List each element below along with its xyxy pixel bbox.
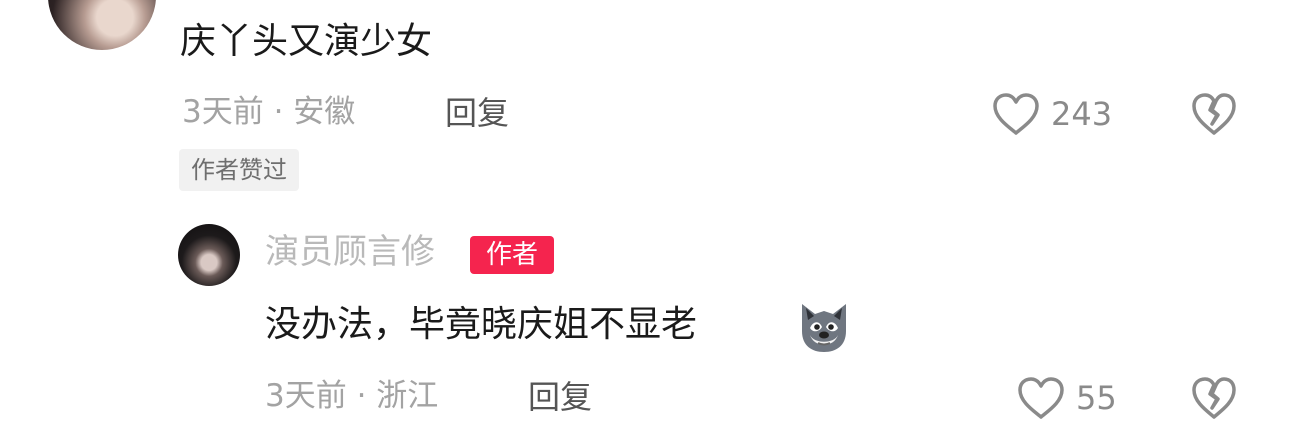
reply-like-count: 55 bbox=[1076, 379, 1117, 417]
reply-button[interactable]: 回复 bbox=[445, 97, 509, 129]
avatar[interactable] bbox=[48, 0, 156, 50]
wolf-face-emoji bbox=[802, 304, 846, 352]
author-liked-badge: 作者赞过 bbox=[179, 149, 299, 191]
heart-outline-icon bbox=[993, 93, 1039, 135]
reply-reply-button[interactable]: 回复 bbox=[528, 381, 592, 413]
like-count: 243 bbox=[1051, 95, 1113, 133]
author-badge: 作者 bbox=[470, 236, 554, 274]
reply-avatar[interactable] bbox=[178, 224, 240, 286]
like-button[interactable]: 243 bbox=[991, 91, 1112, 137]
dislike-button[interactable] bbox=[1190, 91, 1238, 137]
heart-outline-icon bbox=[1018, 377, 1064, 419]
reply-like-button[interactable]: 55 bbox=[1016, 375, 1117, 421]
broken-heart-icon bbox=[1192, 93, 1236, 135]
reply-username[interactable]: 演员顾言修 bbox=[265, 235, 435, 269]
comment-text: 庆丫头又演少女 bbox=[180, 21, 433, 62]
reply-time-location: 3天前 · 浙江 bbox=[265, 378, 439, 414]
reply-text: 没办法，毕竟晓庆姐不显老 bbox=[265, 304, 698, 345]
reply-dislike-button[interactable] bbox=[1190, 375, 1238, 421]
broken-heart-icon bbox=[1192, 377, 1236, 419]
comment-time-location: 3天前 · 安徽 bbox=[182, 94, 356, 130]
